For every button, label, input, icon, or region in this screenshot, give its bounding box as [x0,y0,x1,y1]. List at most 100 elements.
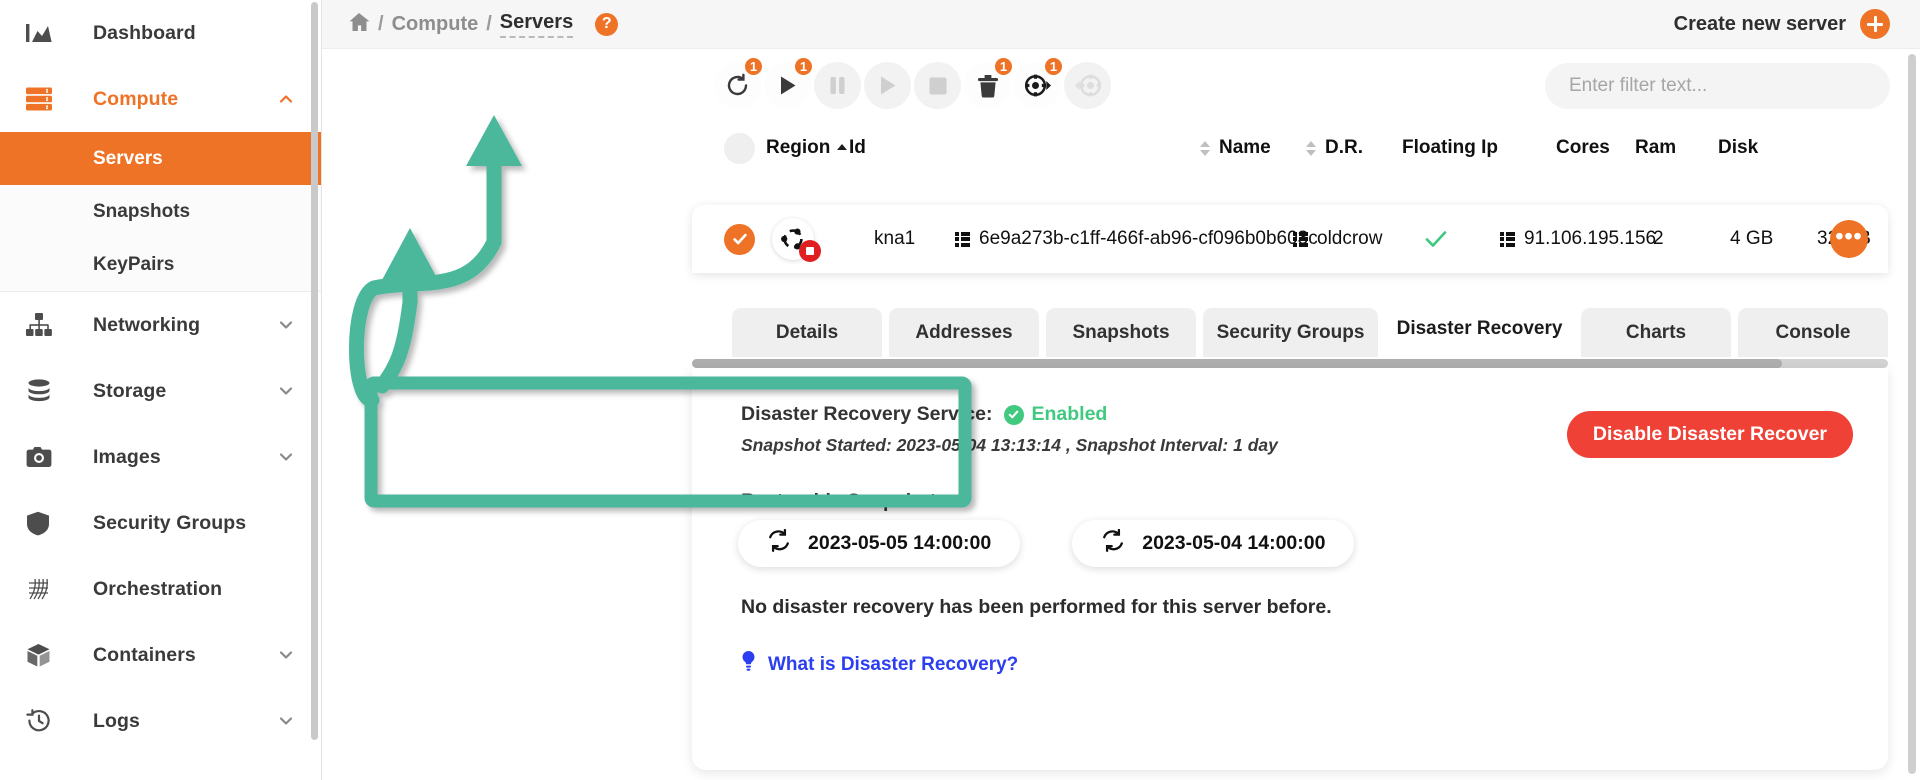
sidebar-item-orchestration[interactable]: Orchestration [0,556,321,622]
what-is-disaster-recovery-link[interactable]: What is Disaster Recovery? [741,651,1018,678]
chevron-up-icon [277,90,295,108]
tab-console[interactable]: Console [1738,308,1888,357]
tab-list: Details Addresses Snapshots Security Gro… [692,300,1888,357]
sidebar-subitem-label: Snapshots [93,201,190,223]
lightbulb-icon [741,651,756,678]
tab-snapshots[interactable]: Snapshots [1046,308,1196,357]
help-icon[interactable]: ? [595,13,618,36]
select-all-checkbox[interactable] [724,133,755,164]
restorable-snapshots-label: Restorable Snapshots: [741,490,953,513]
snapshot-timestamp: 2023-05-05 14:00:00 [808,532,991,555]
grid-icon [1293,232,1308,247]
sort-icon [1200,141,1210,156]
snapshot-timestamp: 2023-05-04 14:00:00 [1142,532,1325,555]
restorable-snapshot-chip[interactable]: 2023-05-04 14:00:00 [1072,520,1354,567]
sidebar-item-label: Storage [93,380,277,403]
tab-charts[interactable]: Charts [1581,308,1731,357]
start-button[interactable]: 1 [764,62,811,109]
column-header-cores[interactable]: Cores [1556,137,1610,159]
dr-snapshot-detail: Snapshot Started: 2023-05-04 13:13:14 , … [741,435,1314,456]
column-header-dr[interactable]: D.R. [1297,137,1363,159]
sidebar-item-label: Orchestration [93,578,295,601]
sidebar-item-security-groups[interactable]: Security Groups [0,490,321,556]
cell-id: 6e9a273b-c1ff-466f-ab96-cf096b0b603c [955,228,1318,250]
column-header-name[interactable]: Name [1191,137,1271,159]
sidebar-item-storage[interactable]: Storage [0,358,321,424]
sort-ascending-icon [837,144,847,153]
grid-icon [1500,232,1515,247]
row-checkbox-selected[interactable] [724,224,755,255]
cell-region: kna1 [874,228,915,250]
column-header-region[interactable]: Region [766,137,856,159]
breadcrumb-separator-2: / [486,13,492,36]
table-row[interactable]: kna1 6e9a273b-c1ff-466f-ab96-cf096b0b603… [692,205,1888,273]
restore-icon [1101,529,1125,558]
create-new-server-label[interactable]: Create new server [1674,13,1846,36]
tab-disaster-recovery[interactable]: Disaster Recovery [1385,300,1574,357]
tabs-scrollbar-thumb[interactable] [692,359,1782,368]
sidebar-item-keypairs[interactable]: KeyPairs [0,238,321,291]
chart-area-icon [26,22,66,44]
cell-name-text: oldcrow [1317,228,1382,250]
sidebar-item-networking[interactable]: Networking [0,292,321,358]
grid-icon [955,232,970,247]
breadcrumb-compute[interactable]: Compute [392,13,479,36]
column-label: D.R. [1325,137,1363,159]
column-header-id[interactable]: Id [849,137,866,159]
column-label: Floating Ip [1402,137,1498,159]
dr-status-badge: Enabled [1032,403,1108,426]
sidebar-item-compute[interactable]: Compute [0,66,321,132]
sidebar-subitem-label: Servers [93,148,163,170]
sidebar-item-dashboard[interactable]: Dashboard [0,0,321,66]
attach-button[interactable]: 1 [1014,62,1061,109]
topbar-actions: Create new server [1674,9,1890,39]
sidebar-item-images[interactable]: Images [0,424,321,490]
column-label: Region [766,137,830,159]
search-input[interactable] [1569,75,1866,97]
tab-addresses[interactable]: Addresses [889,308,1039,357]
column-label: Disk [1718,137,1758,159]
disable-disaster-recovery-button[interactable]: Disable Disaster Recover [1567,411,1853,458]
column-header-disk[interactable]: Disk [1718,137,1758,159]
resume-button [864,62,911,109]
create-new-server-button[interactable] [1860,9,1890,39]
reboot-button[interactable]: 1 [714,62,761,109]
sidebar-item-containers[interactable]: Containers [0,622,321,688]
tabs-scrollbar[interactable] [692,359,1888,368]
home-icon[interactable] [348,12,370,37]
tab-details[interactable]: Details [732,308,882,357]
table-header-row: Region Id Name D.R. Floating Ip Cores Ra… [322,122,1920,174]
chevron-down-icon [277,448,295,466]
sidebar-item-label: Networking [93,314,277,337]
sidebar-item-label: Compute [93,88,277,111]
breadcrumb-servers[interactable]: Servers [500,11,573,38]
sidebar: Dashboard Compute Servers [0,0,322,780]
row-actions-menu-button[interactable]: ••• [1830,220,1868,258]
dr-status-block: Disaster Recovery Service: Enabled Snaps… [729,380,1314,479]
restorable-snapshots-list: 2023-05-05 14:00:00 2023-05-04 14:00:00 [738,520,1354,567]
sidebar-item-snapshots[interactable]: Snapshots [0,185,321,238]
column-header-ram[interactable]: Ram [1635,137,1676,159]
chevron-down-icon [277,646,295,664]
orchestration-icon [26,577,66,602]
restore-icon [767,529,791,558]
sidebar-scrollbar[interactable] [311,2,318,740]
detail-tabs: Details Addresses Snapshots Security Gro… [692,300,1888,368]
detach-button [1064,62,1111,109]
sidebar-item-logs[interactable]: Logs [0,688,321,754]
pause-button [814,62,861,109]
delete-button[interactable]: 1 [964,62,1011,109]
sidebar-item-servers[interactable]: Servers [0,132,321,185]
main-scrollbar[interactable] [1908,54,1916,774]
cell-dr-enabled-check [1424,229,1448,249]
cell-name: oldcrow [1293,228,1382,250]
column-header-floating-ip[interactable]: Floating Ip [1402,137,1498,159]
history-clock-icon [26,709,66,733]
cell-cores: 2 [1653,228,1664,250]
cube-icon [26,643,66,668]
ubuntu-icon [772,218,814,260]
restorable-snapshot-chip[interactable]: 2023-05-05 14:00:00 [738,520,1020,567]
main-content: / Compute / Servers ? Create new server … [322,0,1920,780]
filter-field[interactable] [1545,63,1890,109]
tab-security-groups[interactable]: Security Groups [1203,308,1378,357]
